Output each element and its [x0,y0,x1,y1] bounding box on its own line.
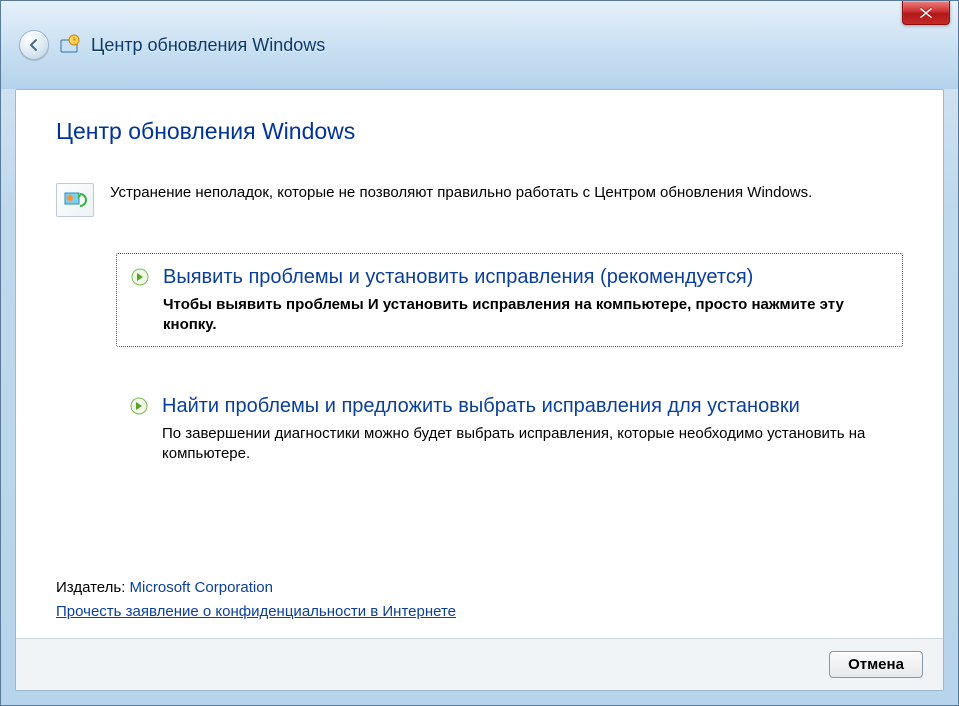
arrow-right-icon [131,268,149,286]
window-close-button[interactable] [902,1,950,25]
content-panel: Центр обновления Windows Устранение непо… [15,89,944,691]
header-title: Центр обновления Windows [91,35,325,56]
publisher-section: Издатель: Microsoft Corporation Прочесть… [56,540,903,624]
troubleshoot-icon [56,183,94,217]
cancel-button[interactable]: Отмена [829,651,923,678]
windows-update-icon [59,34,81,56]
subtitle-row: Устранение неполадок, которые не позволя… [56,183,903,217]
option-title: Выявить проблемы и установить исправлени… [163,264,888,291]
publisher-label: Издатель: [56,579,130,596]
option-find-and-choose[interactable]: Найти проблемы и предложить выбрать испр… [116,383,903,475]
publisher-name: Microsoft Corporation [130,579,273,596]
arrow-right-icon [130,397,148,415]
page-title: Центр обновления Windows [56,118,903,145]
option-description: По завершении диагностики можно будет вы… [162,424,889,465]
options-list: Выявить проблемы и установить исправлени… [116,253,903,474]
back-arrow-icon [27,38,41,52]
option-title: Найти проблемы и предложить выбрать испр… [162,393,889,420]
window-header: Центр обновления Windows [1,1,958,89]
privacy-statement-link[interactable]: Прочесть заявление о конфиденциальности … [56,603,456,620]
back-button[interactable] [19,30,49,60]
close-icon [919,7,933,19]
option-description: Чтобы выявить проблемы И установить испр… [163,295,888,336]
dialog-footer: Отмена [16,638,943,690]
troubleshooter-window: Центр обновления Windows Центр обновлени… [0,0,959,706]
option-detect-and-fix[interactable]: Выявить проблемы и установить исправлени… [116,253,903,347]
subtitle-text: Устранение неполадок, которые не позволя… [110,183,812,217]
